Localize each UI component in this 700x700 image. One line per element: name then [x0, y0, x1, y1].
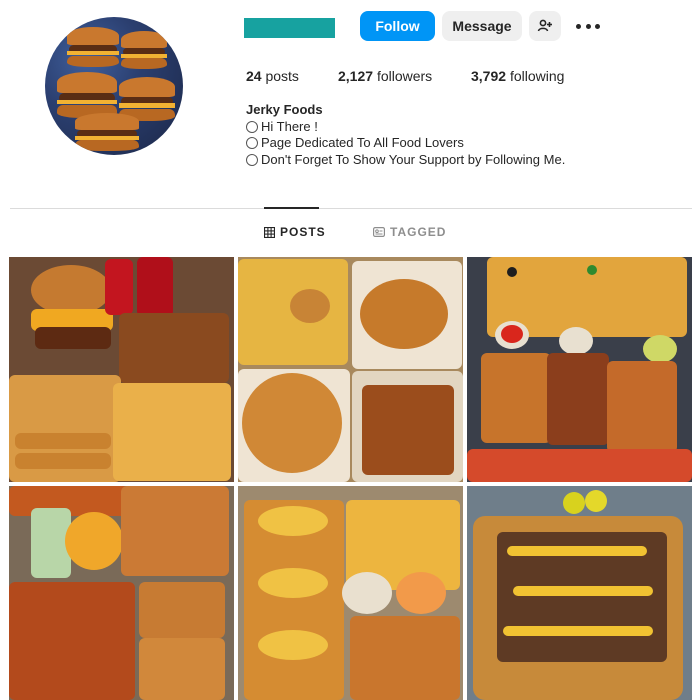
bun-shape — [258, 506, 328, 536]
bio-line-text: Page Dedicated To All Food Lovers — [261, 135, 464, 150]
post-thumbnail[interactable] — [467, 257, 692, 482]
loaded-fries-shape — [547, 353, 609, 445]
pizza-crust-shape — [467, 449, 692, 482]
stat-followers[interactable]: 2,127 followers — [338, 68, 432, 84]
following-label: following — [509, 68, 565, 84]
tag-icon — [373, 227, 385, 237]
loaded-fries-shape — [607, 361, 677, 453]
mac-cheese-shape — [65, 512, 123, 570]
sauce-shape — [501, 325, 523, 343]
add-user-icon — [537, 19, 552, 32]
follow-button[interactable]: Follow — [360, 11, 435, 41]
circle-icon — [246, 137, 258, 150]
bun-shape — [258, 568, 328, 598]
post-thumbnail[interactable] — [9, 486, 234, 700]
burger-shape — [139, 582, 225, 638]
grid-icon — [264, 226, 275, 238]
circle-icon — [246, 153, 258, 166]
loaded-fries-shape — [9, 582, 135, 700]
fried-chicken-shape — [362, 385, 454, 475]
profile-name: Jerky Foods — [246, 102, 323, 117]
patty-shape — [35, 327, 111, 349]
nugget-shape — [290, 289, 330, 323]
can-shape — [105, 259, 133, 315]
more-options-icon[interactable] — [576, 18, 600, 34]
stick-shape — [15, 453, 111, 469]
bio-line-text: Hi There ! — [261, 118, 318, 134]
post-thumbnail[interactable] — [238, 486, 463, 700]
profile-bio: Jerky Foods Hi There ! Page Dedicated To… — [246, 102, 565, 168]
sauce-cup-shape — [559, 327, 593, 355]
avatar-burger — [57, 72, 117, 118]
bio-line: Page Dedicated To All Food Lovers — [246, 135, 565, 152]
burger-shape — [119, 313, 229, 383]
sauce-shape — [396, 572, 446, 614]
burger-shape — [31, 265, 111, 315]
stick-shape — [15, 433, 111, 449]
tab-tagged[interactable]: TAGGED — [373, 225, 446, 239]
profile-avatar[interactable] — [45, 17, 183, 155]
tab-posts-label: POSTS — [280, 225, 326, 239]
chicken-strips-shape — [350, 616, 460, 700]
pepper-shape — [585, 490, 607, 512]
bio-line-text: Don't Forget To Show Your Support by Fol… — [261, 151, 566, 167]
burger-shape — [121, 486, 229, 576]
avatar-burger — [121, 31, 167, 69]
tab-posts[interactable]: POSTS — [264, 225, 326, 239]
bio-line: Don't Forget To Show Your Support by Fol… — [246, 152, 565, 169]
burger-shape — [139, 638, 225, 700]
bio-line: Hi There ! — [246, 119, 565, 136]
username-redacted — [244, 18, 335, 38]
following-count: 3,792 — [471, 68, 507, 84]
loaded-fries-shape — [481, 353, 551, 443]
circle-icon — [246, 120, 258, 133]
message-button[interactable]: Message — [442, 11, 522, 41]
olive-shape — [507, 267, 517, 277]
pepper-shape — [563, 492, 585, 514]
cheese-drizzle-shape — [513, 586, 653, 596]
post-thumbnail[interactable] — [9, 257, 234, 482]
followers-label: followers — [376, 68, 433, 84]
add-user-button[interactable] — [529, 11, 561, 41]
posts-count: 24 — [246, 68, 262, 84]
cheese-drizzle-shape — [507, 546, 647, 556]
profile-divider — [10, 208, 692, 209]
stat-following[interactable]: 3,792 following — [471, 68, 564, 84]
post-thumbnail[interactable] — [467, 486, 692, 700]
posts-label: posts — [265, 68, 299, 84]
burger-shape — [360, 279, 448, 349]
avatar-burger — [75, 113, 139, 151]
followers-count: 2,127 — [338, 68, 374, 84]
post-thumbnail[interactable] — [238, 257, 463, 482]
bun-shape — [258, 630, 328, 660]
sauce-cup-shape — [342, 572, 392, 614]
burger-shape — [242, 373, 342, 473]
tab-tagged-label: TAGGED — [390, 225, 447, 239]
stat-posts: 24 posts — [246, 68, 299, 84]
fries-shape — [113, 383, 231, 481]
active-tab-indicator — [264, 207, 319, 209]
pepper-shape — [587, 265, 597, 275]
can-shape — [137, 257, 173, 317]
avatar-burger — [67, 27, 119, 67]
cheese-drizzle-shape — [503, 626, 653, 636]
sauce-cup-shape — [643, 335, 677, 363]
